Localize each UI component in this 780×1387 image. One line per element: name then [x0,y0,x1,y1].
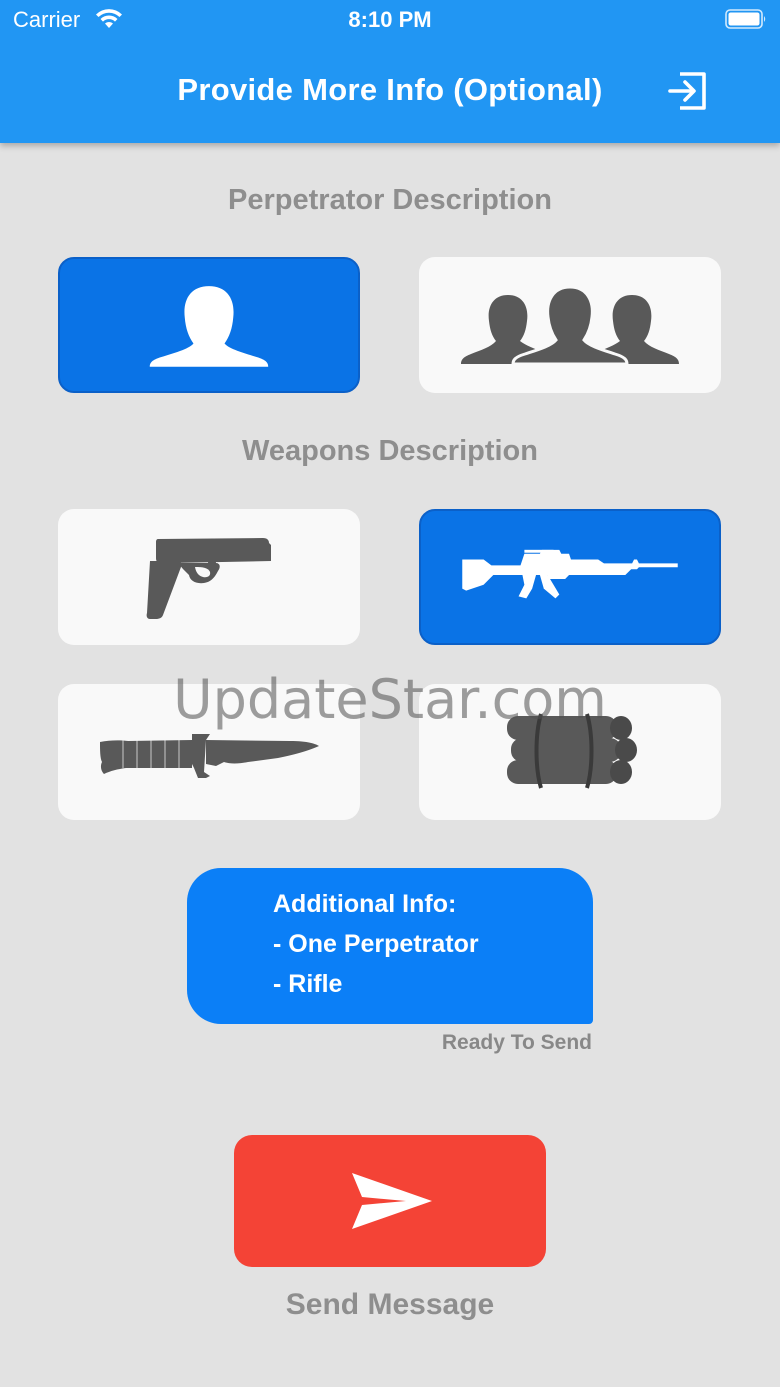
single-perpetrator-option[interactable] [58,257,360,393]
page-title: Provide More Info (Optional) [177,72,603,107]
send-message-label: Send Message [285,1288,495,1321]
pistol-option[interactable] [58,509,360,645]
explosives-option[interactable] [419,684,721,820]
info-line-weapon: - Rifle [273,970,343,998]
rifle-option[interactable] [419,509,721,645]
multiple-perpetrators-option[interactable] [419,257,721,393]
group-people-icon [461,285,679,366]
exit-button[interactable] [664,68,710,114]
battery-icon [725,9,766,29]
exit-icon [668,72,706,110]
knife-option[interactable] [58,684,360,820]
info-line-heading: Additional Info: [273,890,457,918]
single-person-icon [149,286,269,367]
explosives-icon [507,713,637,789]
perpetrator-section-title: Perpetrator Description [228,184,552,216]
info-line-perpetrator: - One Perpetrator [273,930,479,958]
additional-info-card: Additional Info: - One Perpetrator - Rif… [187,868,593,1024]
status-bar: Carrier 8:10 PM [0,0,780,40]
weapons-section-title: Weapons Description [242,435,538,467]
pistol-icon [146,538,271,619]
knife-icon [100,734,319,778]
send-icon [352,1173,432,1229]
rifle-icon [462,549,678,599]
message-status: Ready To Send [441,1031,592,1054]
app-header: Carrier 8:10 PM Provide More Info (Optio… [0,0,780,143]
send-message-button[interactable] [234,1135,546,1267]
status-time: 8:10 PM [348,7,432,32]
